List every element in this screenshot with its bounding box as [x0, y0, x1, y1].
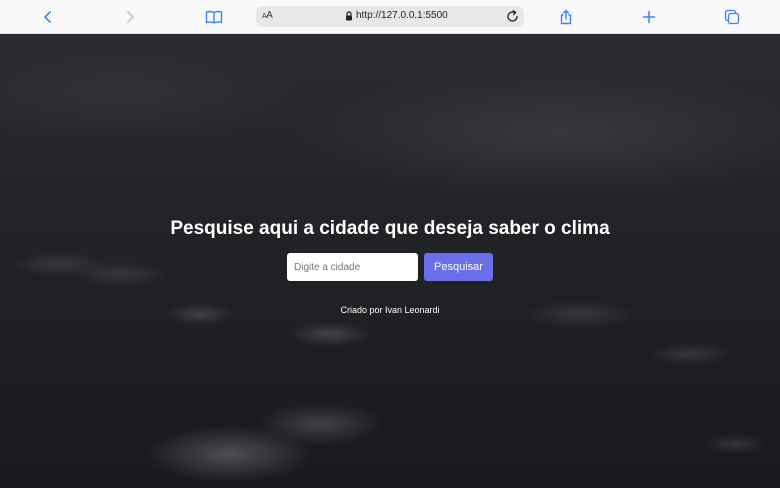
page-content: Pesquise aqui a cidade que deseja saber …: [0, 34, 780, 488]
search-form: Pesquisar: [287, 253, 493, 281]
reload-icon[interactable]: [505, 9, 520, 24]
search-button[interactable]: Pesquisar: [424, 253, 493, 281]
text-size-button[interactable]: AA: [262, 10, 273, 21]
reader-bookmarks-button[interactable]: [201, 4, 227, 30]
chevron-right-icon: [127, 11, 134, 23]
city-search-input[interactable]: [287, 253, 418, 281]
tabs-icon: [724, 9, 740, 25]
lock-icon: [346, 11, 352, 21]
weather-page: Pesquise aqui a cidade que deseja saber …: [0, 34, 780, 488]
browser-toolbar: AA http://127.0.0.1:5500: [0, 0, 780, 34]
page-title: Pesquise aqui a cidade que deseja saber …: [170, 218, 610, 239]
new-tab-button[interactable]: [636, 4, 662, 30]
plus-icon: [642, 10, 656, 24]
forward-button[interactable]: [117, 4, 143, 30]
url-text: http://127.0.0.1:5500: [356, 10, 448, 21]
share-button[interactable]: [553, 4, 579, 30]
address-bar[interactable]: AA http://127.0.0.1:5500: [256, 6, 524, 27]
share-icon: [560, 9, 572, 25]
back-button[interactable]: [35, 4, 61, 30]
browser-window: AA http://127.0.0.1:5500 Pesquise aqui a…: [0, 0, 780, 488]
tabs-overview-button[interactable]: [719, 4, 745, 30]
chevron-left-icon: [44, 11, 51, 23]
author-credit: Criado por Ivan Leonardi: [340, 305, 440, 315]
book-icon: [205, 10, 223, 24]
